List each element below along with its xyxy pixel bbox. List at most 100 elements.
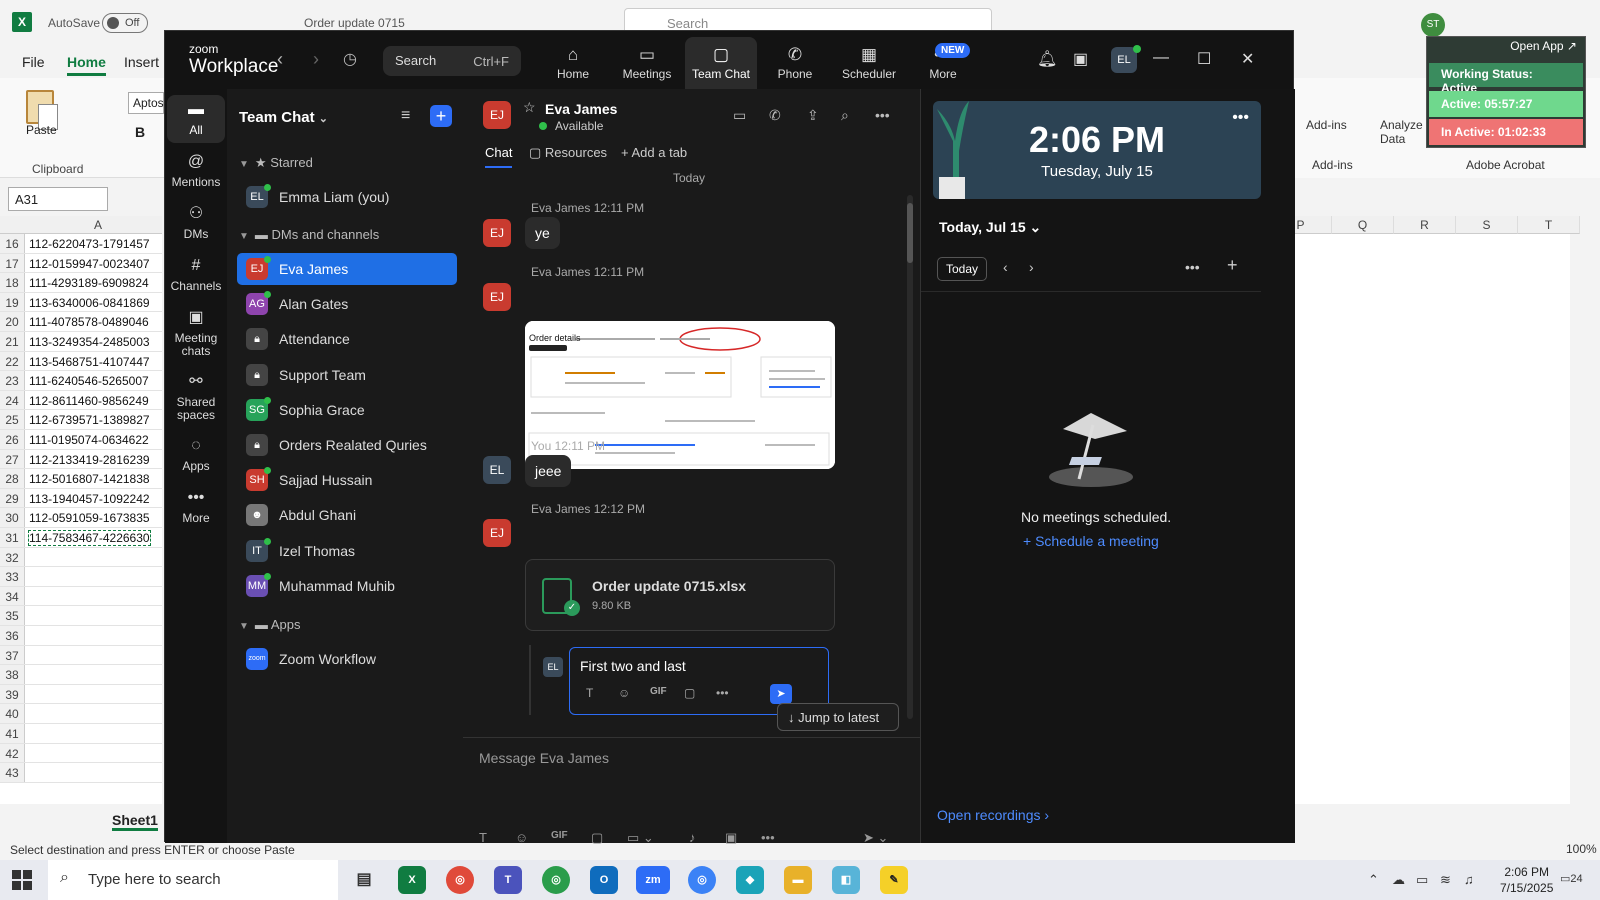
cell-value[interactable]: 111-6240546-5265007 [29,374,149,388]
chrome-app-icon[interactable]: ◎ [542,866,570,894]
row-number[interactable]: 34 [0,586,25,606]
column-header[interactable]: Q [1332,216,1394,234]
cell-value[interactable]: 112-2133419-2816239 [29,453,150,467]
table-row[interactable]: 38 [0,665,162,685]
tab-chat[interactable]: Chat [485,145,513,168]
tab-home[interactable]: ⌂ Home [537,37,609,89]
row-number[interactable]: 27 [0,449,25,469]
prev-day-icon[interactable]: ‹ [1003,259,1008,275]
spreadsheet-grid-left[interactable]: A 16 112-6220473-1791457 17 112-0159947-002… [0,216,162,804]
list-item[interactable]: EJ Eva James [237,253,457,285]
chat-list-title[interactable]: Team Chat ⌄ [239,109,328,126]
cell-value[interactable]: 112-0159947-0023407 [29,257,150,271]
list-item[interactable]: ☻ Abdul Ghani [237,499,457,531]
spreadsheet-grid-right[interactable]: PQRST [1270,216,1580,804]
row-number[interactable]: 24 [0,390,25,410]
more-dots-icon[interactable]: ••• [1185,259,1200,275]
tab-resources[interactable]: ▢ Resources [529,145,607,161]
cell-value[interactable]: 111-0195074-0634622 [29,433,149,447]
sticky-notes-icon[interactable]: ✎ [880,866,908,894]
close-icon[interactable]: ✕ [1241,49,1254,69]
cell-value[interactable]: 114-7583467-4226630 [28,530,151,546]
rail-meeting-chats[interactable]: ▣ Meeting chats [167,309,225,358]
more-dots-icon[interactable]: ••• [1232,109,1249,127]
file-icon[interactable]: ▢ [684,686,695,700]
row-number[interactable]: 29 [0,488,25,508]
rail-shared-spaces[interactable]: ⚯ Shared spaces [167,373,225,422]
autosave-toggle[interactable]: Off [102,13,148,33]
table-row[interactable]: 23 111-6240546-5265007 [0,371,162,391]
text-format-icon[interactable]: T [479,830,487,845]
list-item[interactable]: IT Izel Thomas [237,535,457,567]
share-screen-icon[interactable]: ⇪ [807,107,819,124]
menu-insert[interactable]: Insert [124,54,159,70]
table-row[interactable]: 27 112-2133419-2816239 [0,449,162,470]
video-message-icon[interactable]: ▣ [725,830,737,846]
screenshot-icon[interactable]: ▭ ⌄ [627,830,654,846]
rail-dms[interactable]: ⚇ DMs [167,205,225,241]
gif-button[interactable]: GIF [551,830,568,841]
row-number[interactable]: 19 [0,292,25,312]
text-format-icon[interactable]: T [586,686,593,700]
table-row[interactable]: 41 [0,724,162,744]
row-number[interactable]: 40 [0,704,25,723]
bold-button[interactable]: B [135,124,145,140]
section-apps[interactable]: ▼ ▬ Apps [239,617,300,632]
open-app-link[interactable]: Open App ↗ [1510,39,1577,53]
tab-phone[interactable]: ✆ Phone [759,37,831,89]
table-row[interactable]: 35 [0,606,162,626]
table-row[interactable]: 25 112-6739571-1389827 [0,410,162,430]
rail-mentions[interactable]: @ Mentions [167,153,225,189]
row-number[interactable]: 42 [0,743,25,763]
volume-icon[interactable]: ♫ [1464,872,1474,887]
back-arrow-icon[interactable]: ‹ [277,49,283,70]
menu-home[interactable]: Home [67,54,106,76]
table-row[interactable]: 39 [0,684,162,705]
network-icon[interactable]: ▭ [1416,872,1428,888]
section-starred[interactable]: ▼ ★ Starred [239,155,313,171]
open-recordings-link[interactable]: Open recordings › [937,807,1049,823]
table-row[interactable]: 30 112-0591059-1673835 [0,508,162,528]
table-row[interactable]: 22 113-5468751-4107447 [0,351,162,372]
list-item[interactable]: 🔒︎ Orders Realated Quries [237,429,457,461]
message-bubble[interactable]: jeee [525,455,572,487]
contact-avatar[interactable]: EJ [483,101,511,129]
windows-start-icon[interactable] [12,870,32,890]
table-row[interactable]: 33 [0,567,162,587]
column-header[interactable]: T [1518,216,1580,234]
today-button[interactable]: Today [937,257,987,281]
table-row[interactable]: 20 111-4078578-0489046 [0,312,162,332]
table-row[interactable]: 26 111-0195074-0634622 [0,430,162,450]
column-header[interactable]: S [1456,216,1518,234]
zoom-app-icon[interactable]: zm [636,866,670,894]
message-bubble[interactable]: ye [525,217,560,249]
menu-file[interactable]: File [22,54,45,70]
row-number[interactable]: 37 [0,645,25,665]
row-number[interactable]: 31 [0,528,25,547]
row-number[interactable]: 38 [0,665,25,684]
chat-scrollbar[interactable] [907,195,913,719]
table-row[interactable]: 21 113-3249354-2485003 [0,332,162,352]
table-row[interactable]: 29 113-1940457-1092242 [0,488,162,509]
video-call-icon[interactable]: ▭ [733,107,746,124]
tab-team-chat[interactable]: ▢ Team Chat [685,37,757,89]
task-view-icon[interactable]: ▤ [350,866,378,894]
next-day-icon[interactable]: › [1029,259,1034,275]
compose-placeholder[interactable]: Message Eva James [479,750,609,766]
app-icon[interactable]: ◆ [736,866,764,894]
row-number[interactable]: 16 [0,234,25,253]
outlook-app-icon[interactable]: O [590,866,618,894]
taskbar-clock[interactable]: 2:06 PM 7/15/2025 [1500,864,1553,896]
search-icon[interactable]: ⌕ [841,107,849,124]
list-item[interactable]: 🔒︎ Attendance [237,323,457,355]
table-row[interactable]: 32 [0,547,162,568]
bell-icon[interactable]: 🔔︎ [1037,49,1057,69]
table-row[interactable]: 36 [0,626,162,646]
section-dms-channels[interactable]: ▼ ▬ DMs and channels [239,227,379,242]
calendar-heading[interactable]: Today, Jul 15 ⌄ [939,219,1041,236]
list-item[interactable]: SG Sophia Grace [237,394,457,426]
new-chat-button[interactable]: + [430,105,452,127]
rail-more[interactable]: ••• More [167,489,225,525]
more-dots-icon[interactable]: ••• [761,830,775,845]
cell-value[interactable]: 112-6739571-1389827 [29,413,150,427]
